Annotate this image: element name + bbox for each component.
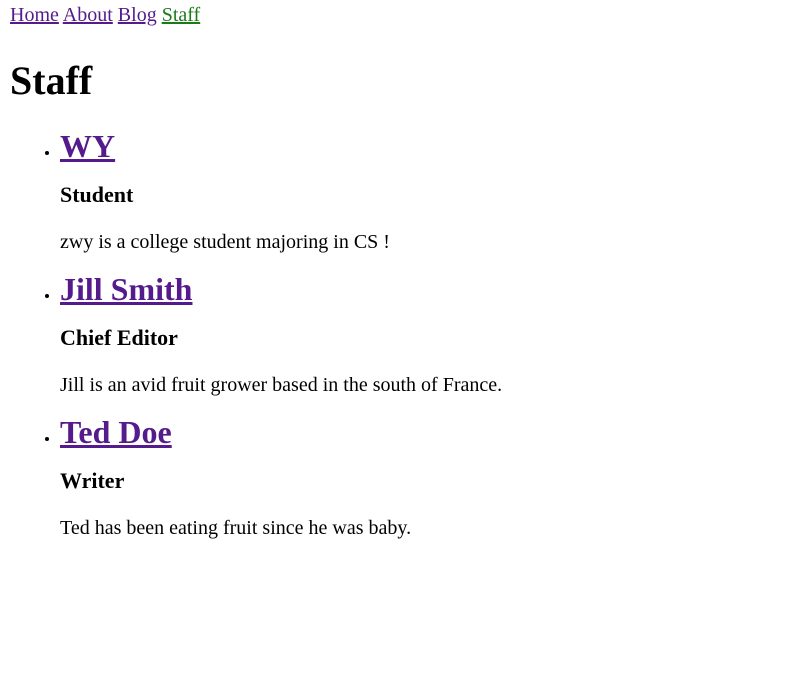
nav-link-blog[interactable]: Blog	[118, 4, 157, 26]
page: Home About Blog Staff Staff WY Student z…	[0, 0, 811, 540]
staff-name-link[interactable]: Jill Smith	[60, 271, 192, 307]
top-nav: Home About Blog Staff	[10, 3, 801, 27]
staff-name-link[interactable]: Ted Doe	[60, 414, 172, 450]
staff-bio: Jill is an avid fruit grower based in th…	[60, 374, 503, 396]
staff-role: Writer	[60, 468, 125, 493]
staff-name-heading: Jill Smith	[60, 271, 801, 308]
page-title: Staff	[10, 58, 93, 103]
nav-link-about[interactable]: About	[63, 4, 113, 26]
staff-name-heading: Ted Doe	[60, 414, 801, 451]
nav-link-home[interactable]: Home	[10, 4, 59, 26]
staff-bio: Ted has been eating fruit since he was b…	[60, 517, 412, 539]
staff-name-heading: WY	[60, 128, 801, 165]
staff-list-item: Jill Smith Chief Editor Jill is an avid …	[60, 271, 801, 397]
staff-list-item: Ted Doe Writer Ted has been eating fruit…	[60, 414, 801, 540]
staff-list-item: WY Student zwy is a college student majo…	[60, 128, 801, 254]
staff-role: Chief Editor	[60, 325, 178, 350]
staff-name-link[interactable]: WY	[60, 128, 115, 164]
staff-list: WY Student zwy is a college student majo…	[10, 128, 801, 540]
staff-bio: zwy is a college student majoring in CS …	[60, 231, 390, 253]
staff-role: Student	[60, 182, 134, 207]
nav-link-staff[interactable]: Staff	[162, 4, 201, 26]
